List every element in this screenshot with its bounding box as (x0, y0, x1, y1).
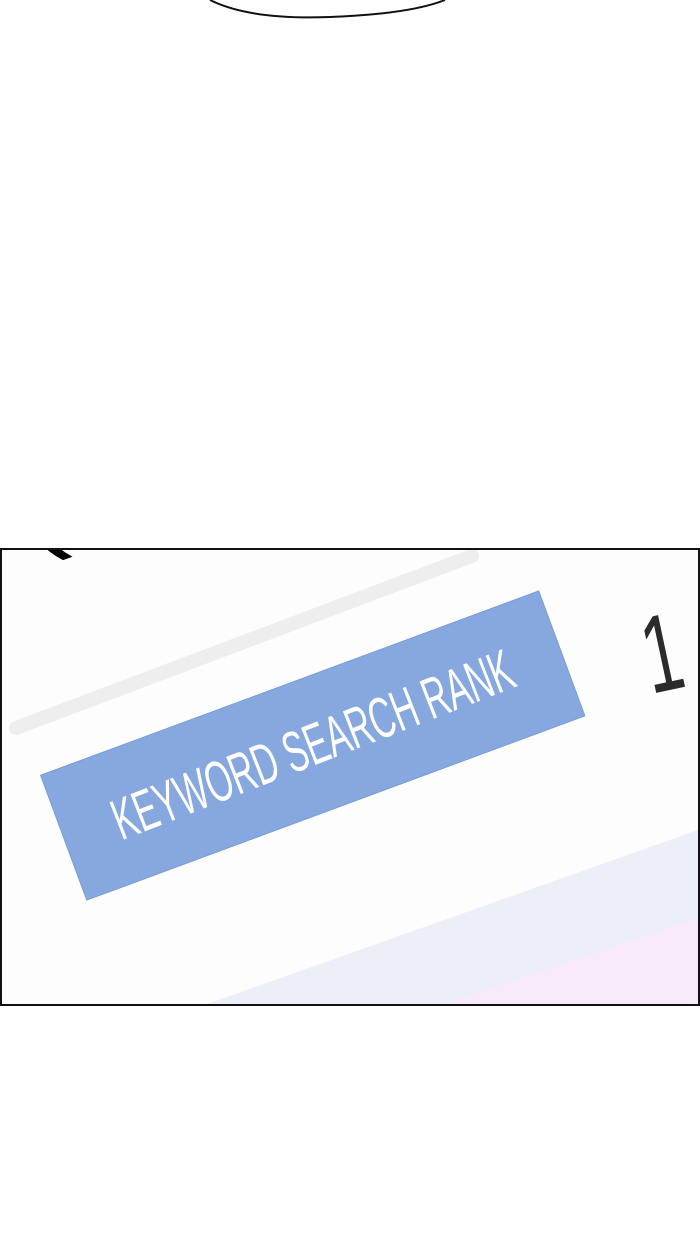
corner-text-fragment: (CO.) (2, 550, 336, 571)
keyword-search-rank-label: KEYWORD SEARCH RANK (40, 590, 586, 901)
keyword-label-text: KEYWORD SEARCH RANK (102, 637, 523, 853)
rank-number: 1 (630, 589, 694, 718)
speech-bubble-edge (209, 0, 446, 19)
comic-panel: (CO.) 1 KEYWORD SEARCH RANK (0, 548, 700, 1006)
panel-foreground: (CO.) 1 KEYWORD SEARCH RANK (2, 550, 698, 1004)
